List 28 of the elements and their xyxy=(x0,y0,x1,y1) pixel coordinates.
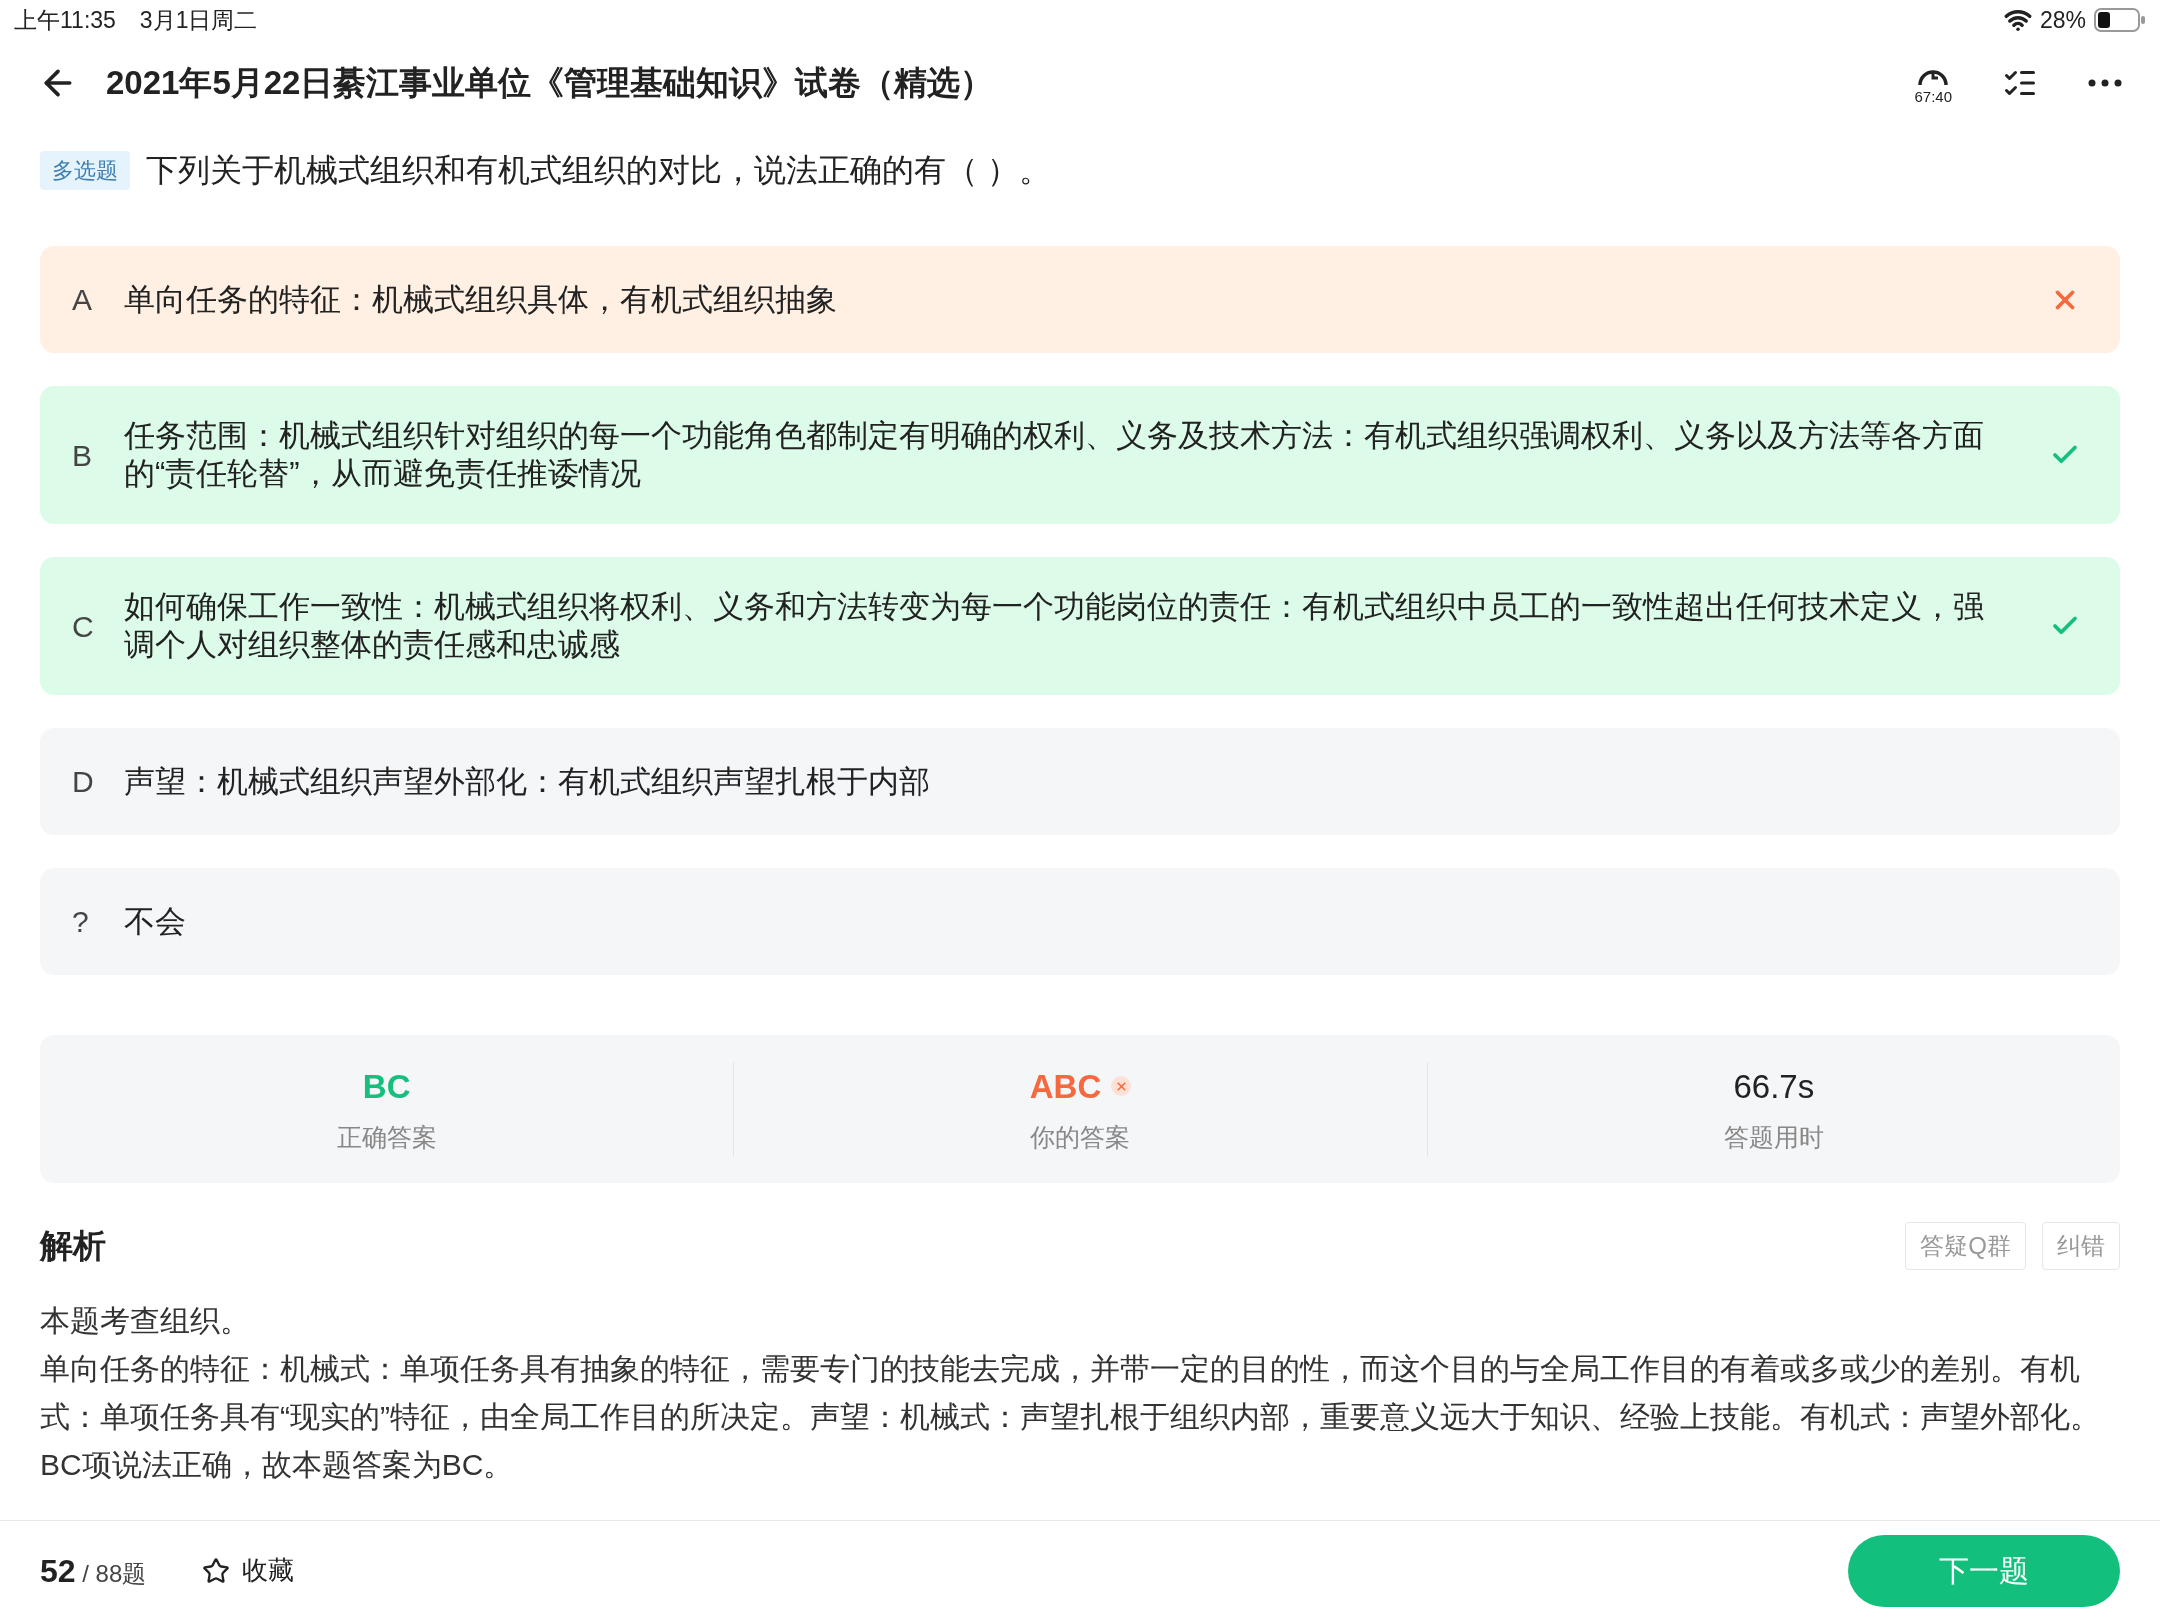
star-icon xyxy=(202,1556,231,1585)
summary-value: BC xyxy=(362,1066,411,1107)
battery-icon xyxy=(2094,8,2146,32)
summary-label: 正确答案 xyxy=(336,1122,437,1153)
answer-option[interactable]: C 如何确保工作一致性：机械式组织将权利、义务和方法转变为每一个功能岗位的责任：有机式组织中员工的一致性超出任何技术定义，强调个人对组织整体的责任感和忠诚感 xyxy=(40,557,2120,695)
status-time: 上午11:35 xyxy=(14,5,116,35)
favorite-button[interactable]: 收藏 xyxy=(202,1551,295,1590)
question-type-tag: 多选题 xyxy=(40,150,130,190)
timer-button[interactable]: 67:40 xyxy=(1914,62,1952,104)
page-title: 2021年5月22日綦江事业单位《管理基础知识》试卷（精选） xyxy=(106,63,995,104)
more-button[interactable] xyxy=(2088,79,2122,87)
summary-value: 66.7s xyxy=(1733,1066,1815,1107)
summary-label: 你的答案 xyxy=(1030,1122,1131,1153)
more-icon xyxy=(2088,79,2122,87)
answer-option[interactable]: ? 不会 xyxy=(40,868,2120,975)
question-text: 下列关于机械式组织和有机式组织的对比，说法正确的有（ ）。 xyxy=(146,151,1051,190)
summary-value: ABC xyxy=(1029,1066,1102,1107)
error-icon xyxy=(1111,1076,1132,1097)
status-date: 3月1日周二 xyxy=(139,5,258,35)
battery-percent: 28% xyxy=(2039,5,2086,35)
analysis-paragraph: 单向任务的特征：机械式：单项任务具有抽象的特征，需要专门的技能去完成，并带一定的目的性，而这个目的与全局工作目的有着或多或少的差别。有机式：单项任务具有“现实的”特征，由全局工作目的所决定。声望：机械式：声望扎根于组织内部，重要意义远大于知识、经验上技能。有机式：声望外部化。BC项说法正确，故本题答案为BC。 xyxy=(40,1350,2101,1483)
analysis-heading: 解析 xyxy=(40,1226,106,1266)
summary-label: 答题用时 xyxy=(1723,1122,1824,1153)
answer-option[interactable]: A 单向任务的特征：机械式组织具体，有机式组织抽象 xyxy=(40,246,2120,353)
answer-option[interactable]: B 任务范围：机械式组织针对组织的每一个功能角色都制定有明确的权利、义务及技术方法：有机式组织强调权利、义务以及方法等各方面的“责任轮替”，从而避免责任推诿情况 xyxy=(40,386,2120,524)
analysis-paragraph: 本题考查组织。 xyxy=(40,1302,251,1339)
answer-option[interactable]: D 声望：机械式组织声望外部化：有机式组织声望扎根于内部 xyxy=(40,728,2120,835)
question-counter: 52 / 88题 xyxy=(40,1551,147,1591)
